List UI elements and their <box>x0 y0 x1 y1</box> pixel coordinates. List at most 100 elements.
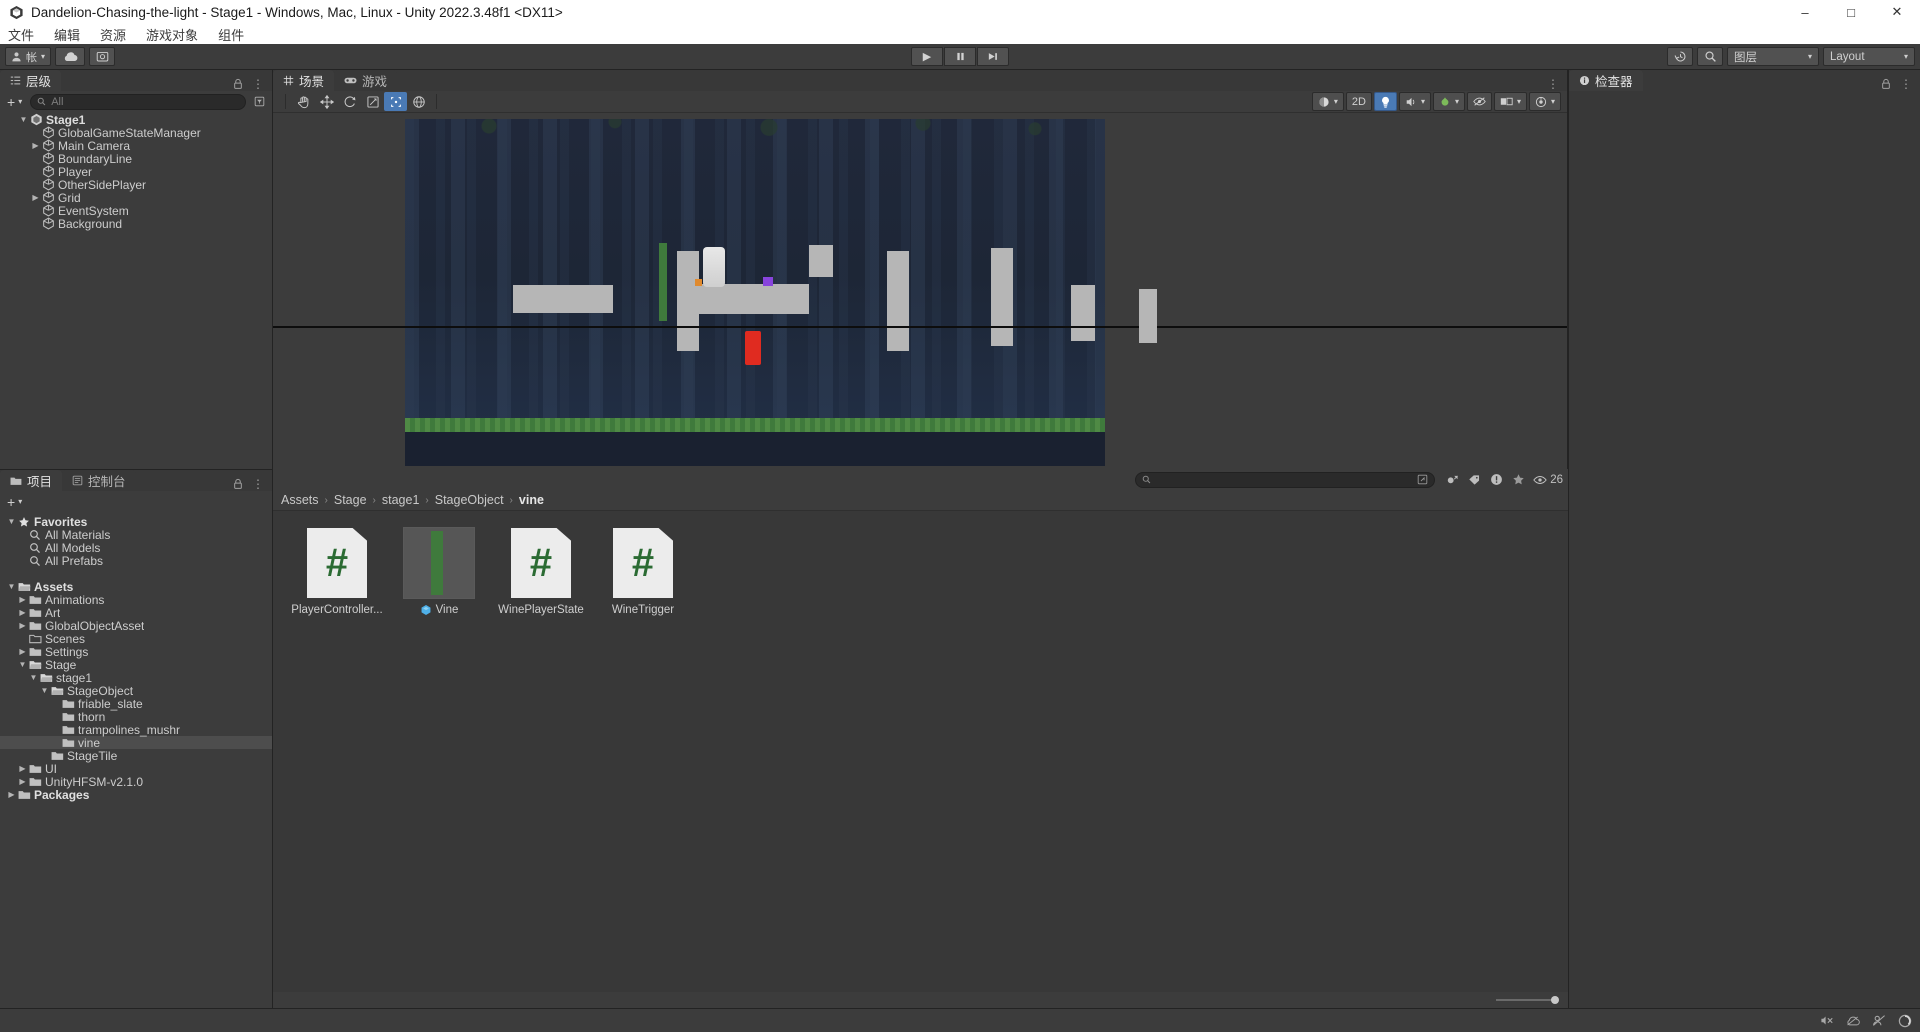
account-button[interactable]: 帐 ▾ <box>5 47 51 66</box>
hierarchy-item-player[interactable]: Player <box>0 165 272 178</box>
project-add-button[interactable]: + ▾ <box>4 494 25 510</box>
mute-audio-icon[interactable] <box>1820 1014 1834 1028</box>
tab-inspector[interactable]: 检查器 <box>1569 70 1643 91</box>
undo-history-button[interactable] <box>1667 47 1693 66</box>
breadcrumb-item-stage1[interactable]: stage1 <box>382 493 420 507</box>
hierarchy-item-globalgamestatemanager[interactable]: GlobalGameStateManager <box>0 126 272 139</box>
project-item-assets[interactable]: ▼Assets <box>0 580 272 593</box>
breadcrumb-item-stageobject[interactable]: StageObject <box>435 493 504 507</box>
layers-dropdown[interactable]: 图层 ▾ <box>1727 47 1819 66</box>
hierarchy-item-boundaryline[interactable]: BoundaryLine <box>0 152 272 165</box>
menu-item-gameobject[interactable]: 游戏对象 <box>146 25 198 44</box>
project-item-stagetile[interactable]: StageTile <box>0 749 272 762</box>
maximize-button[interactable]: □ <box>1828 0 1874 24</box>
breadcrumb-item-assets[interactable]: Assets <box>281 493 319 507</box>
lock-icon[interactable] <box>233 78 243 90</box>
effects-toggle-button[interactable]: ▾ <box>1433 92 1465 111</box>
project-item-vine[interactable]: vine <box>0 736 272 749</box>
project-menu-icon[interactable]: ⋮ <box>252 477 264 491</box>
close-button[interactable]: ✕ <box>1874 0 1920 24</box>
scene-menu-icon[interactable]: ⋮ <box>1547 77 1559 91</box>
star-icon[interactable] <box>1507 470 1529 489</box>
menu-item-edit[interactable]: 编辑 <box>54 25 80 44</box>
project-item-all-models[interactable]: All Models <box>0 541 272 554</box>
inspector-menu-icon[interactable]: ⋮ <box>1900 77 1912 91</box>
project-item-trampolines-mushr[interactable]: trampolines_mushr <box>0 723 272 736</box>
warning-filter-icon[interactable] <box>1485 470 1507 489</box>
asset-item[interactable]: # WineTrigger <box>599 527 687 616</box>
hidden-objects-button[interactable] <box>1467 92 1492 111</box>
twisty-icon[interactable]: ▼ <box>17 660 28 669</box>
breadcrumb-item-vine[interactable]: vine <box>519 493 544 507</box>
menu-item-file[interactable]: 文件 <box>8 25 34 44</box>
transform-tool-button[interactable] <box>407 92 430 111</box>
project-item-scenes[interactable]: Scenes <box>0 632 272 645</box>
rect-tool-button[interactable] <box>384 92 407 111</box>
hierarchy-tree[interactable]: ▼Stage1GlobalGameStateManager▶Main Camer… <box>0 112 272 469</box>
twisty-icon[interactable]: ▶ <box>30 141 41 150</box>
twisty-icon[interactable]: ▶ <box>17 777 28 786</box>
hierarchy-item-othersideplayer[interactable]: OtherSidePlayer <box>0 178 272 191</box>
move-tool-button[interactable] <box>315 92 338 111</box>
filter-type-icon[interactable] <box>1441 470 1463 489</box>
hierarchy-item-background[interactable]: Background <box>0 217 272 230</box>
twisty-icon[interactable]: ▶ <box>17 608 28 617</box>
filter-label-icon[interactable] <box>1463 470 1485 489</box>
asset-zoom-slider[interactable] <box>1496 999 1556 1001</box>
project-folder-tree[interactable]: ▼FavoritesAll MaterialsAll ModelsAll Pre… <box>0 512 272 1008</box>
tab-console[interactable]: 控制台 <box>62 470 136 491</box>
project-item-ui[interactable]: ▶UI <box>0 762 272 775</box>
project-item-all-materials[interactable]: All Materials <box>0 528 272 541</box>
asset-item[interactable]: # WinePlayerState <box>497 527 585 616</box>
lock-icon[interactable] <box>233 478 243 490</box>
project-item-unityhfsm-v2-1-0[interactable]: ▶UnityHFSM-v2.1.0 <box>0 775 272 788</box>
rotate-tool-button[interactable] <box>338 92 361 111</box>
hand-tool-button[interactable] <box>292 92 315 111</box>
hierarchy-add-button[interactable]: + ▾ <box>4 94 25 110</box>
hierarchy-item-main-camera[interactable]: ▶Main Camera <box>0 139 272 152</box>
audio-toggle-button[interactable]: ▾ <box>1399 92 1431 111</box>
twisty-icon[interactable]: ▼ <box>39 686 50 695</box>
project-item-favorites[interactable]: ▼Favorites <box>0 515 272 528</box>
twisty-icon[interactable]: ▶ <box>30 193 41 202</box>
project-item-art[interactable]: ▶Art <box>0 606 272 619</box>
pause-button[interactable] <box>944 47 976 66</box>
twisty-icon[interactable]: ▶ <box>6 790 17 799</box>
twisty-icon[interactable]: ▼ <box>18 115 29 124</box>
twisty-icon[interactable]: ▶ <box>17 621 28 630</box>
hierarchy-item-eventsystem[interactable]: EventSystem <box>0 204 272 217</box>
project-item-packages[interactable]: ▶Packages <box>0 788 272 801</box>
gizmos-dropdown[interactable]: ▾ <box>1494 92 1527 111</box>
project-item-stage[interactable]: ▼Stage <box>0 658 272 671</box>
tab-game[interactable]: 游戏 <box>334 70 397 91</box>
project-search-input[interactable] <box>1135 472 1435 488</box>
twisty-icon[interactable]: ▶ <box>17 647 28 656</box>
project-item-thorn[interactable]: thorn <box>0 710 272 723</box>
services-button[interactable] <box>89 47 115 66</box>
asset-grid[interactable]: # PlayerController... Vine # WinePlayerS… <box>273 511 1568 992</box>
menu-item-assets[interactable]: 资源 <box>100 25 126 44</box>
asset-zoom-knob[interactable] <box>1551 996 1559 1004</box>
lock-icon[interactable] <box>1881 78 1891 90</box>
project-item-friable-slate[interactable]: friable_slate <box>0 697 272 710</box>
hierarchy-filter-button[interactable] <box>251 96 268 107</box>
toggle-2d-button[interactable]: 2D <box>1346 92 1372 111</box>
hierarchy-search-input[interactable]: All <box>30 94 246 110</box>
menu-item-component[interactable]: 组件 <box>218 25 244 44</box>
project-item-settings[interactable]: ▶Settings <box>0 645 272 658</box>
play-button[interactable]: ▶ <box>911 47 943 66</box>
twisty-icon[interactable]: ▼ <box>6 517 17 526</box>
breadcrumb-item-stage[interactable]: Stage <box>334 493 367 507</box>
project-item-globalobjectasset[interactable]: ▶GlobalObjectAsset <box>0 619 272 632</box>
twisty-icon[interactable]: ▶ <box>17 595 28 604</box>
project-item-stage1[interactable]: ▼stage1 <box>0 671 272 684</box>
search-button[interactable] <box>1697 47 1723 66</box>
progress-icon[interactable] <box>1898 1014 1912 1028</box>
lighting-toggle-button[interactable] <box>1374 92 1397 111</box>
tab-scene[interactable]: 场景 <box>273 70 334 91</box>
twisty-icon[interactable]: ▼ <box>6 582 17 591</box>
layout-dropdown[interactable]: Layout ▾ <box>1823 47 1915 66</box>
step-button[interactable] <box>977 47 1009 66</box>
asset-item[interactable]: # PlayerController... <box>293 527 381 616</box>
hierarchy-menu-icon[interactable]: ⋮ <box>252 77 264 91</box>
